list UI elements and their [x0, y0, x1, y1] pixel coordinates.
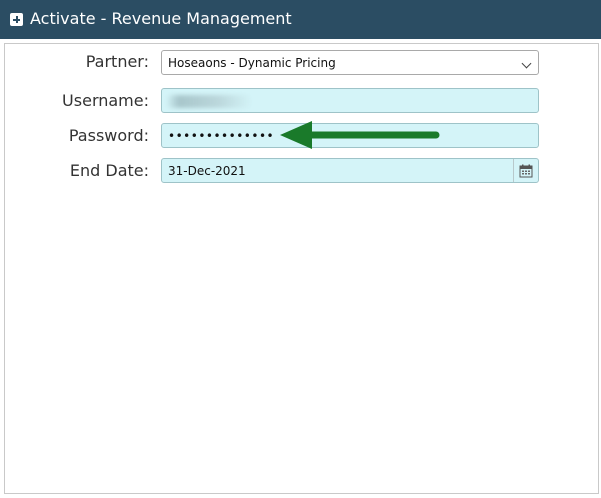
- partner-select[interactable]: Hoseaons - Dynamic Pricing: [161, 50, 539, 75]
- calendar-icon[interactable]: [513, 159, 538, 182]
- username-input[interactable]: [161, 88, 539, 113]
- end-date-value: 31-Dec-2021: [168, 163, 246, 178]
- end-date-label: End Date:: [69, 161, 149, 180]
- end-date-input[interactable]: 31-Dec-2021: [161, 158, 539, 183]
- annotation-arrow-icon: [280, 121, 440, 149]
- chevron-down-icon: [521, 58, 532, 69]
- panel-header[interactable]: Activate - Revenue Management: [0, 0, 601, 39]
- redacted-username-blur: [166, 95, 252, 108]
- panel-title: Activate - Revenue Management: [30, 9, 292, 28]
- username-label: Username:: [62, 91, 149, 110]
- partner-selected-value: Hoseaons - Dynamic Pricing: [168, 55, 336, 70]
- partner-label: Partner:: [85, 52, 149, 71]
- plus-square-icon[interactable]: [10, 13, 23, 26]
- password-masked-value: ••••••••••••••: [168, 128, 275, 143]
- password-label: Password:: [68, 126, 149, 145]
